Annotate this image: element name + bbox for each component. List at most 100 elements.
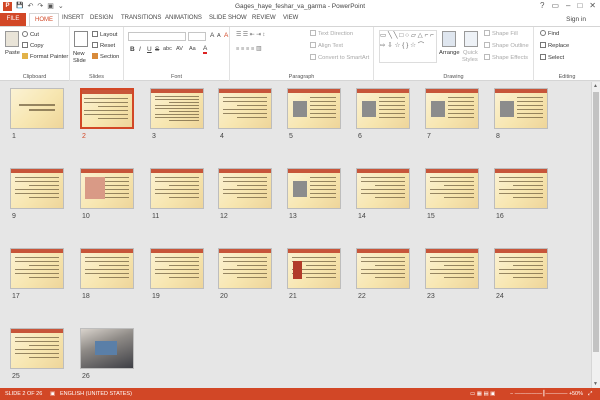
italic-button[interactable]: I <box>139 46 141 53</box>
slide-text-line <box>223 189 267 190</box>
grow-font-button[interactable]: A <box>210 32 214 39</box>
close-button[interactable]: ✕ <box>589 1 596 10</box>
slide-thumbnail[interactable] <box>287 248 341 289</box>
tab-transitions[interactable]: TRANSITIONS <box>121 15 161 21</box>
slide-thumbnail[interactable] <box>10 328 64 369</box>
quick-styles-label-2[interactable]: Styles <box>462 57 478 63</box>
tab-animations[interactable]: ANIMATIONS <box>165 15 202 21</box>
cut-button[interactable]: Cut <box>22 31 39 38</box>
align-text-button[interactable]: Align Text <box>310 42 343 49</box>
slide-text-line <box>499 189 543 190</box>
slide-thumbnail[interactable] <box>150 248 204 289</box>
format-painter-button[interactable]: Format Painter <box>22 53 68 60</box>
underline-button[interactable]: U <box>147 46 152 53</box>
new-slide-label-1[interactable]: New <box>73 51 85 57</box>
section-button[interactable]: Section <box>92 53 119 60</box>
tab-view[interactable]: VIEW <box>283 15 298 21</box>
slide-thumbnail[interactable] <box>494 248 548 289</box>
bullets-button[interactable]: ☰ ☰ ⇤ ⇥ ↕ <box>236 32 265 38</box>
slide-thumbnail[interactable] <box>425 248 479 289</box>
font-color-button[interactable]: A <box>203 45 208 54</box>
slide-number: 1 <box>12 133 16 140</box>
scroll-up-icon[interactable]: ▲ <box>593 83 598 89</box>
slide-thumbnail[interactable] <box>494 88 548 129</box>
quick-styles-label-1[interactable]: Quick <box>463 50 478 56</box>
smartart-icon <box>310 54 316 60</box>
paste-icon[interactable] <box>5 31 19 47</box>
view-buttons[interactable]: ▭ ▦ ▤ ▣ <box>470 391 495 397</box>
reset-button[interactable]: Reset <box>92 42 115 49</box>
alignment-buttons[interactable]: ≡ ≡ ≡ ≡ ▥ <box>236 46 261 52</box>
character-spacing-button[interactable]: AV <box>176 46 183 52</box>
slide-thumbnail[interactable] <box>356 88 410 129</box>
slide-thumbnail[interactable] <box>218 88 272 129</box>
convert-smartart-button[interactable]: Convert to SmartArt <box>310 54 369 61</box>
sign-in-link[interactable]: Sign in <box>566 16 586 23</box>
bold-button[interactable]: B <box>130 46 135 53</box>
slide-thumbnail[interactable] <box>80 168 134 209</box>
slide-thumbnail[interactable] <box>150 168 204 209</box>
arrange-icon[interactable] <box>442 31 456 47</box>
slide-thumbnail[interactable] <box>10 88 64 129</box>
ribbon: Paste Cut Copy Format Painter Clipboard … <box>0 26 600 81</box>
slide-thumbnail[interactable] <box>150 88 204 129</box>
paste-button[interactable]: Paste <box>5 50 20 56</box>
maximize-button[interactable]: □ <box>577 1 582 10</box>
select-button[interactable]: Select <box>540 54 564 61</box>
font-size-combo[interactable] <box>188 32 206 41</box>
replace-button[interactable]: Replace <box>540 42 569 49</box>
new-slide-label-2[interactable]: Slide <box>73 58 86 64</box>
shapes-gallery[interactable]: ▭ ╲ ╲ □ ○ ▱ △ ⌐ ⌐ ⇨ ⇩ ☆ { } ☆ ⌒ <box>379 30 437 63</box>
fit-slide-icon[interactable]: ⤢ <box>588 391 592 398</box>
slide-thumbnail[interactable] <box>287 168 341 209</box>
slide-text-line <box>155 181 199 182</box>
text-direction-button[interactable]: Text Direction <box>310 30 353 37</box>
tab-design[interactable]: DESIGN <box>90 15 113 21</box>
slide-thumbnail[interactable] <box>287 88 341 129</box>
strikethrough-button[interactable]: S <box>155 46 159 53</box>
shape-effects-button[interactable]: Shape Effects <box>484 54 528 61</box>
tab-file[interactable]: FILE <box>0 13 26 26</box>
ribbon-display-icon[interactable]: ▭ <box>551 1 559 10</box>
tab-slide-show[interactable]: SLIDE SHOW <box>209 15 247 21</box>
tab-review[interactable]: REVIEW <box>252 15 276 21</box>
slide-text-line <box>499 177 543 178</box>
slide-thumbnail[interactable] <box>425 88 479 129</box>
slide-thumbnail[interactable] <box>425 168 479 209</box>
shape-outline-button[interactable]: Shape Outline <box>484 42 529 49</box>
shape-fill-button[interactable]: Shape Fill <box>484 30 518 37</box>
find-button[interactable]: Find <box>540 30 559 37</box>
slide-thumbnail[interactable] <box>356 248 410 289</box>
copy-button[interactable]: Copy <box>22 42 44 49</box>
slide-thumbnail[interactable] <box>10 168 64 209</box>
help-icon[interactable]: ? <box>540 1 544 10</box>
clear-formatting-button[interactable]: A <box>224 32 228 39</box>
slide-thumbnail[interactable] <box>80 248 134 289</box>
language-indicator[interactable]: ENGLISH (UNITED STATES) <box>60 391 132 397</box>
slide-thumbnail[interactable] <box>218 248 272 289</box>
quick-styles-icon[interactable] <box>464 31 478 47</box>
proofing-icon[interactable]: ▣ <box>50 391 55 397</box>
minimize-button[interactable]: – <box>566 1 570 10</box>
scroll-down-icon[interactable]: ▼ <box>593 381 598 387</box>
text-shadow-button[interactable]: abc <box>163 46 172 52</box>
scrollbar-thumb[interactable] <box>593 92 599 352</box>
slide-thumbnail[interactable] <box>218 168 272 209</box>
change-case-button[interactable]: Aa <box>189 46 196 52</box>
slide-thumbnail[interactable] <box>80 88 134 129</box>
slide-thumbnail[interactable] <box>494 168 548 209</box>
slide-thumbnail[interactable] <box>10 248 64 289</box>
arrange-button[interactable]: Arrange <box>439 50 460 56</box>
slide-thumbnail[interactable] <box>80 328 134 369</box>
layout-button[interactable]: Layout <box>92 31 117 38</box>
tab-home[interactable]: HOME <box>29 13 59 26</box>
tab-insert[interactable]: INSERT <box>62 15 84 21</box>
slide-thumbnail[interactable] <box>356 168 410 209</box>
zoom-level[interactable]: 50% <box>572 391 583 397</box>
slide-text-line <box>223 113 267 114</box>
font-name-combo[interactable] <box>128 32 186 41</box>
new-slide-icon[interactable] <box>74 31 88 47</box>
shrink-font-button[interactable]: A <box>217 33 221 39</box>
vertical-scrollbar[interactable]: ▲ ▼ <box>591 82 600 388</box>
zoom-slider[interactable]: − —————┃———— + <box>510 391 572 397</box>
